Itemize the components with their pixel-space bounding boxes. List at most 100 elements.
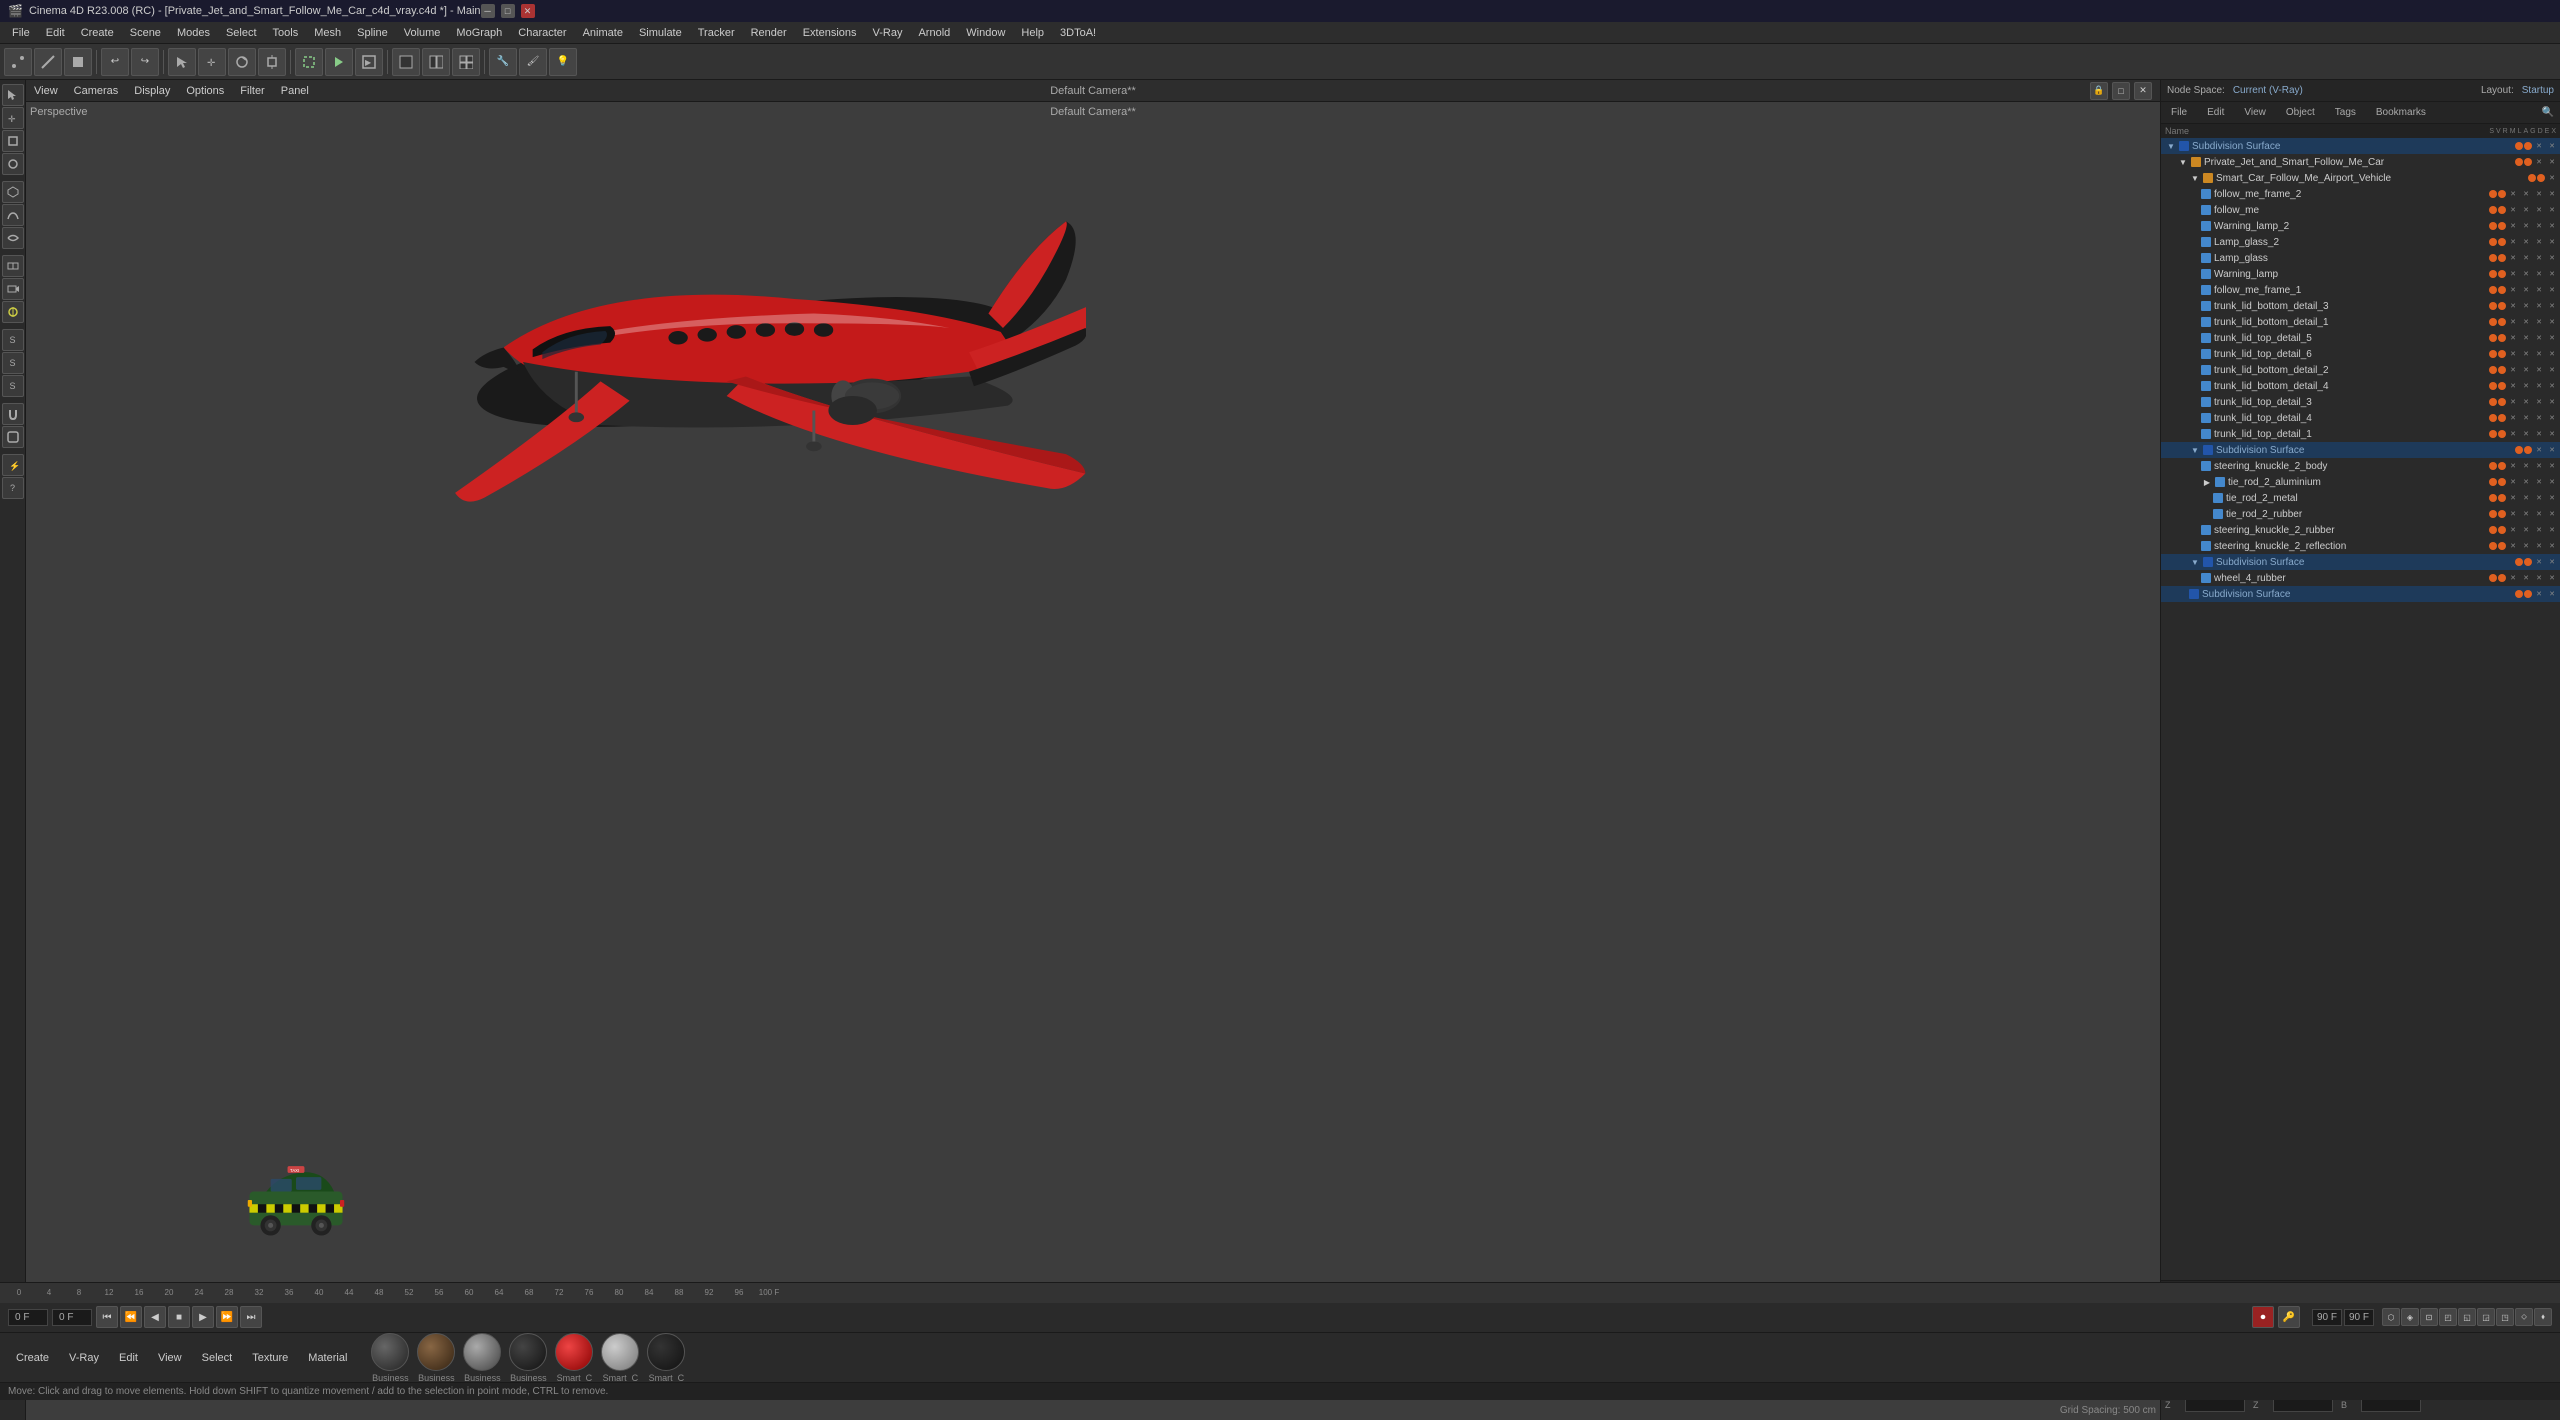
menu-create[interactable]: Create (73, 25, 122, 41)
viewport-lock[interactable]: 🔒 (2090, 82, 2108, 100)
hierarchy-item-trunk-t6[interactable]: trunk_lid_top_detail_6 ✕✕ ✕✕ (2161, 346, 2560, 362)
tool-texture[interactable]: S (2, 375, 24, 397)
hierarchy-item-private-jet-group[interactable]: ▼ Private_Jet_and_Smart_Follow_Me_Car ✕ … (2161, 154, 2560, 170)
material-menu-create[interactable]: Create (8, 1350, 57, 1366)
tool-paint[interactable] (2, 426, 24, 448)
go-to-end-button[interactable]: ⏭ (240, 1306, 262, 1328)
hierarchy-item-trunk-t4[interactable]: trunk_lid_top_detail_4 ✕✕ ✕✕ (2161, 410, 2560, 426)
hierarchy-item-subdiv-root[interactable]: ▼ Subdivision Surface ✕ ✕ (2161, 138, 2560, 154)
hierarchy-item-subdiv2[interactable]: ▼ Subdivision Surface ✕ ✕ (2161, 442, 2560, 458)
hierarchy-item-tr2alum[interactable]: ▶ tie_rod_2_aluminium ✕✕ ✕✕ (2161, 474, 2560, 490)
material-ball-0[interactable] (371, 1333, 409, 1371)
toolbar-brush[interactable]: 🖌 (519, 48, 547, 76)
viewport-menu-options[interactable]: Options (186, 85, 224, 97)
tool-polygon[interactable] (2, 181, 24, 203)
material-ball-4[interactable] (555, 1333, 593, 1371)
menu-arnold[interactable]: Arnold (910, 25, 958, 41)
menu-modes[interactable]: Modes (169, 25, 218, 41)
menu-edit[interactable]: Edit (38, 25, 73, 41)
hierarchy-item-lglass2[interactable]: Lamp_glass_2 ✕✕ ✕✕ (2161, 234, 2560, 250)
hierarchy-item-tr2rubber[interactable]: tie_rod_2_rubber ✕✕ ✕✕ (2161, 506, 2560, 522)
toolbar-snap[interactable]: 🔧 (489, 48, 517, 76)
toolbar-view4[interactable] (452, 48, 480, 76)
extra-btn-7[interactable]: ◳ (2496, 1308, 2514, 1326)
menu-scene[interactable]: Scene (122, 25, 169, 41)
toolbar-mode-edges[interactable] (34, 48, 62, 76)
play-forward-button[interactable]: ▶ (192, 1306, 214, 1328)
material-ball-3[interactable] (509, 1333, 547, 1371)
toolbar-view1[interactable] (392, 48, 420, 76)
menu-extensions[interactable]: Extensions (795, 25, 865, 41)
b-input[interactable] (2361, 1398, 2421, 1412)
material-menu-vray[interactable]: V-Ray (61, 1350, 107, 1366)
step-forward-button[interactable]: ⏩ (216, 1306, 238, 1328)
menu-mesh[interactable]: Mesh (306, 25, 349, 41)
viewport-menu-panel[interactable]: Panel (281, 85, 309, 97)
material-item-1[interactable]: Business (417, 1333, 455, 1383)
tool-move[interactable]: ✛ (2, 107, 24, 129)
stop-button[interactable]: ■ (168, 1306, 190, 1328)
extra-btn-4[interactable]: ◰ (2439, 1308, 2457, 1326)
hierarchy-item-trunk-b1[interactable]: trunk_lid_bottom_detail_1 ✕✕ ✕✕ (2161, 314, 2560, 330)
extra-btn-9[interactable]: ⬧ (2534, 1308, 2552, 1326)
tool-material[interactable]: S (2, 329, 24, 351)
frame-display-right[interactable]: 0 F (52, 1309, 92, 1326)
menu-render[interactable]: Render (743, 25, 795, 41)
rph-edit[interactable]: Edit (2203, 105, 2228, 120)
material-ball-5[interactable] (601, 1333, 639, 1371)
viewport-menu-cameras[interactable]: Cameras (74, 85, 119, 97)
viewport-maximize[interactable]: □ (2112, 82, 2130, 100)
hierarchy-item-trunk-t3[interactable]: trunk_lid_top_detail_3 ✕✕ ✕✕ (2161, 394, 2560, 410)
hierarchy-item-wheel4[interactable]: wheel_4_rubber ✕✕ ✕✕ (2161, 570, 2560, 586)
material-item-4[interactable]: Smart_C (555, 1333, 593, 1383)
toolbar-mode-polygons[interactable] (64, 48, 92, 76)
material-menu-select[interactable]: Select (194, 1350, 241, 1366)
hierarchy-item-wlamp[interactable]: Warning_lamp ✕✕ ✕✕ (2161, 266, 2560, 282)
toolbar-light[interactable]: 💡 (549, 48, 577, 76)
hierarchy-item-sk2reflect[interactable]: steering_knuckle_2_reflection ✕✕ ✕✕ (2161, 538, 2560, 554)
hierarchy-item-frame1[interactable]: follow_me_frame_1 ✕✕ ✕✕ (2161, 282, 2560, 298)
material-menu-texture[interactable]: Texture (244, 1350, 296, 1366)
hierarchy-item-lglass[interactable]: Lamp_glass ✕✕ ✕✕ (2161, 250, 2560, 266)
tool-rotate[interactable] (2, 153, 24, 175)
tool-misc2[interactable]: ? (2, 477, 24, 499)
material-menu-edit[interactable]: Edit (111, 1350, 146, 1366)
tool-misc1[interactable]: ⚡ (2, 454, 24, 476)
viewport-close[interactable]: ✕ (2134, 82, 2152, 100)
rph-view[interactable]: View (2240, 105, 2270, 120)
hierarchy-item-trunk-b2[interactable]: trunk_lid_bottom_detail_2 ✕✕ ✕✕ (2161, 362, 2560, 378)
menu-spline[interactable]: Spline (349, 25, 396, 41)
extra-btn-6[interactable]: ◲ (2477, 1308, 2495, 1326)
step-back-button[interactable]: ⏪ (120, 1306, 142, 1328)
menu-volume[interactable]: Volume (396, 25, 449, 41)
toolbar-render-settings[interactable]: ▶ (355, 48, 383, 76)
hierarchy-item-subdiv4[interactable]: Subdivision Surface ✕ ✕ (2161, 586, 2560, 602)
tool-light-obj[interactable] (2, 301, 24, 323)
toolbar-select[interactable] (168, 48, 196, 76)
tool-nurbs[interactable] (2, 227, 24, 249)
search-icon[interactable]: 🔍 (2542, 107, 2554, 118)
menu-window[interactable]: Window (958, 25, 1013, 41)
extra-btn-1[interactable]: ⬡ (2382, 1308, 2400, 1326)
menu-select[interactable]: Select (218, 25, 265, 41)
object-hierarchy[interactable]: ▼ Subdivision Surface ✕ ✕ ▼ Private_Jet_… (2161, 138, 2560, 1280)
menu-tracker[interactable]: Tracker (690, 25, 743, 41)
autokey-button[interactable]: 🔑 (2278, 1306, 2300, 1328)
play-back-button[interactable]: ◀ (144, 1306, 166, 1328)
extra-btn-8[interactable]: ⬦ (2515, 1308, 2533, 1326)
extra-btn-2[interactable]: ◈ (2401, 1308, 2419, 1326)
hierarchy-item-smart-car-group[interactable]: ▼ Smart_Car_Follow_Me_Airport_Vehicle ✕ (2161, 170, 2560, 186)
material-item-2[interactable]: Business (463, 1333, 501, 1383)
hierarchy-item-trunk-b4[interactable]: trunk_lid_bottom_detail_4 ✕✕ ✕✕ (2161, 378, 2560, 394)
tool-cursor[interactable] (2, 84, 24, 106)
menu-character[interactable]: Character (510, 25, 574, 41)
hierarchy-item-wlamp2[interactable]: Warning_lamp_2 ✕✕ ✕✕ (2161, 218, 2560, 234)
rph-tags[interactable]: Tags (2331, 105, 2360, 120)
hierarchy-item-trunk-b3[interactable]: trunk_lid_bottom_detail_3 ✕✕ ✕✕ (2161, 298, 2560, 314)
hierarchy-item-sk2body[interactable]: steering_knuckle_2_body ✕✕ ✕✕ (2161, 458, 2560, 474)
toolbar-rotate[interactable] (228, 48, 256, 76)
tool-deformer[interactable] (2, 255, 24, 277)
rph-file[interactable]: File (2167, 105, 2191, 120)
hierarchy-item-trunk-t5[interactable]: trunk_lid_top_detail_5 ✕✕ ✕✕ (2161, 330, 2560, 346)
toolbar-render[interactable] (325, 48, 353, 76)
